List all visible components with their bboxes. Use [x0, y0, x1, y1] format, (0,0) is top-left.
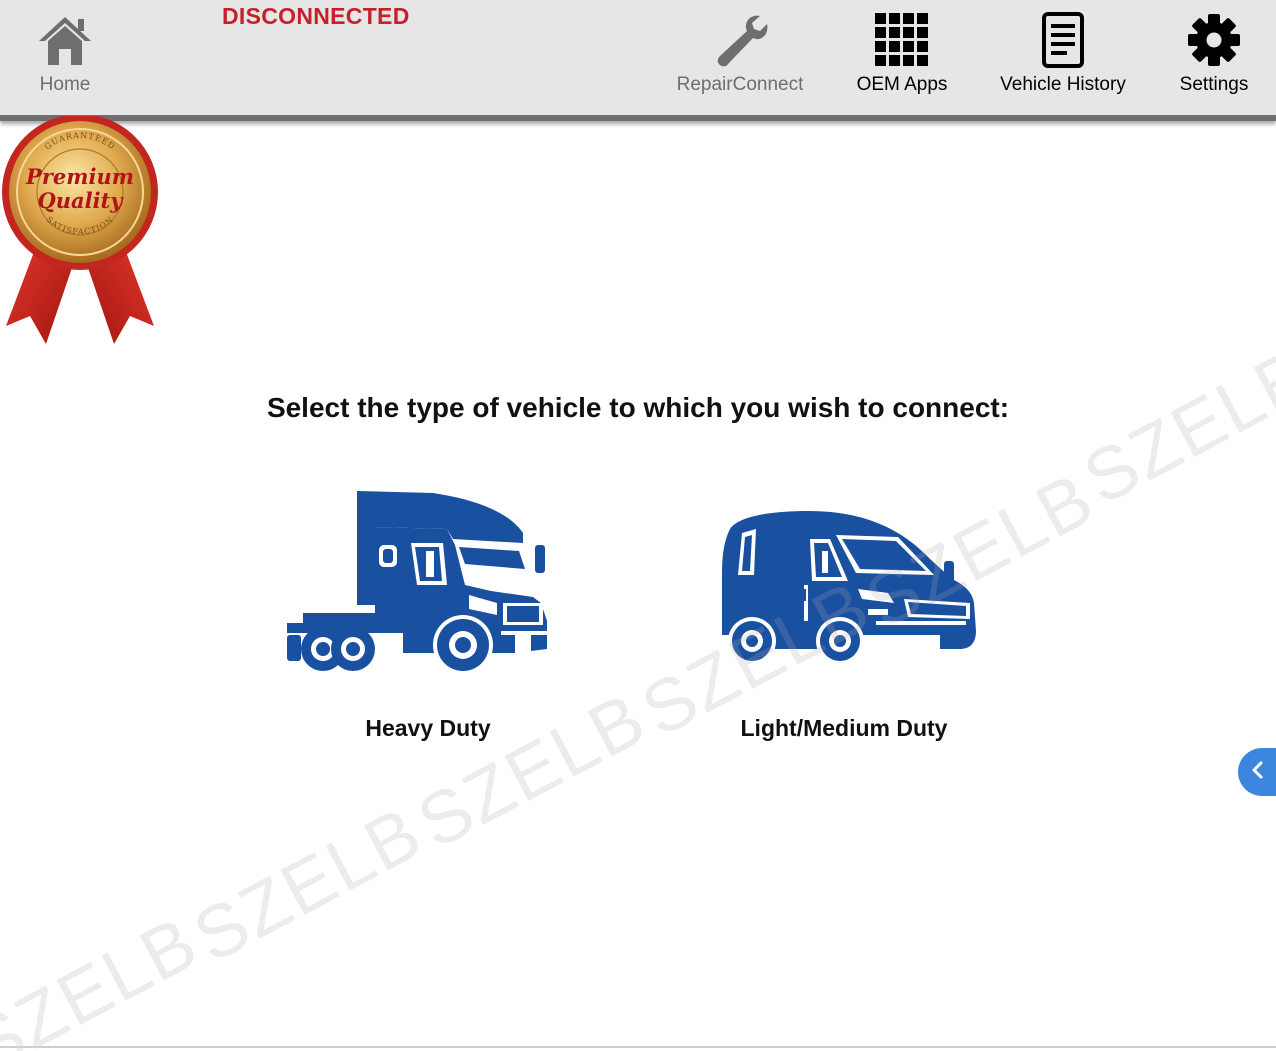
nav-home-button[interactable]: Home	[24, 10, 106, 105]
nav-home-label: Home	[39, 74, 91, 95]
side-panel-toggle[interactable]	[1238, 748, 1276, 796]
document-icon	[1031, 10, 1095, 70]
nav-settings-label: Settings	[1179, 74, 1249, 95]
bottom-divider	[0, 1046, 1276, 1048]
wrench-icon	[708, 10, 772, 70]
top-nav-bar: Home DISCONNECTED RepairConnect OEM Apps…	[0, 0, 1276, 121]
gear-icon	[1182, 10, 1246, 70]
chevron-left-icon	[1251, 761, 1265, 784]
nav-vehicle-history-button[interactable]: Vehicle History	[990, 10, 1136, 105]
home-icon	[33, 10, 97, 70]
vehicle-type-prompt: Select the type of vehicle to which you …	[266, 392, 1010, 423]
badge-line-premium: Premium	[25, 164, 134, 189]
grid-icon	[870, 10, 934, 70]
watermark: SZELB	[0, 900, 212, 1051]
nav-oem-apps-label: OEM Apps	[856, 74, 948, 95]
light-medium-duty-option[interactable]: Light/Medium Duty	[706, 485, 982, 742]
connection-status: DISCONNECTED	[222, 3, 410, 29]
app-window: Home DISCONNECTED RepairConnect OEM Apps…	[0, 0, 1276, 1051]
premium-quality-badge: GUARANTEED SATISFACTION Premium Quality	[0, 114, 162, 348]
heavy-duty-option[interactable]: Heavy Duty	[280, 485, 576, 742]
van-icon	[722, 511, 976, 665]
light-medium-duty-label: Light/Medium Duty	[740, 715, 948, 741]
nav-settings-button[interactable]: Settings	[1172, 10, 1256, 105]
nav-oem-apps-button[interactable]: OEM Apps	[848, 10, 956, 105]
watermark: SZELB	[1070, 332, 1276, 521]
nav-repairconnect-label: RepairConnect	[676, 74, 804, 95]
heavy-duty-label: Heavy Duty	[365, 715, 491, 741]
semi-truck-icon	[287, 491, 547, 675]
watermark: SZELB	[180, 790, 436, 979]
nav-vehicle-history-label: Vehicle History	[1000, 74, 1126, 95]
badge-line-quality: Quality	[37, 188, 124, 213]
nav-repairconnect-button[interactable]: RepairConnect	[668, 10, 812, 105]
